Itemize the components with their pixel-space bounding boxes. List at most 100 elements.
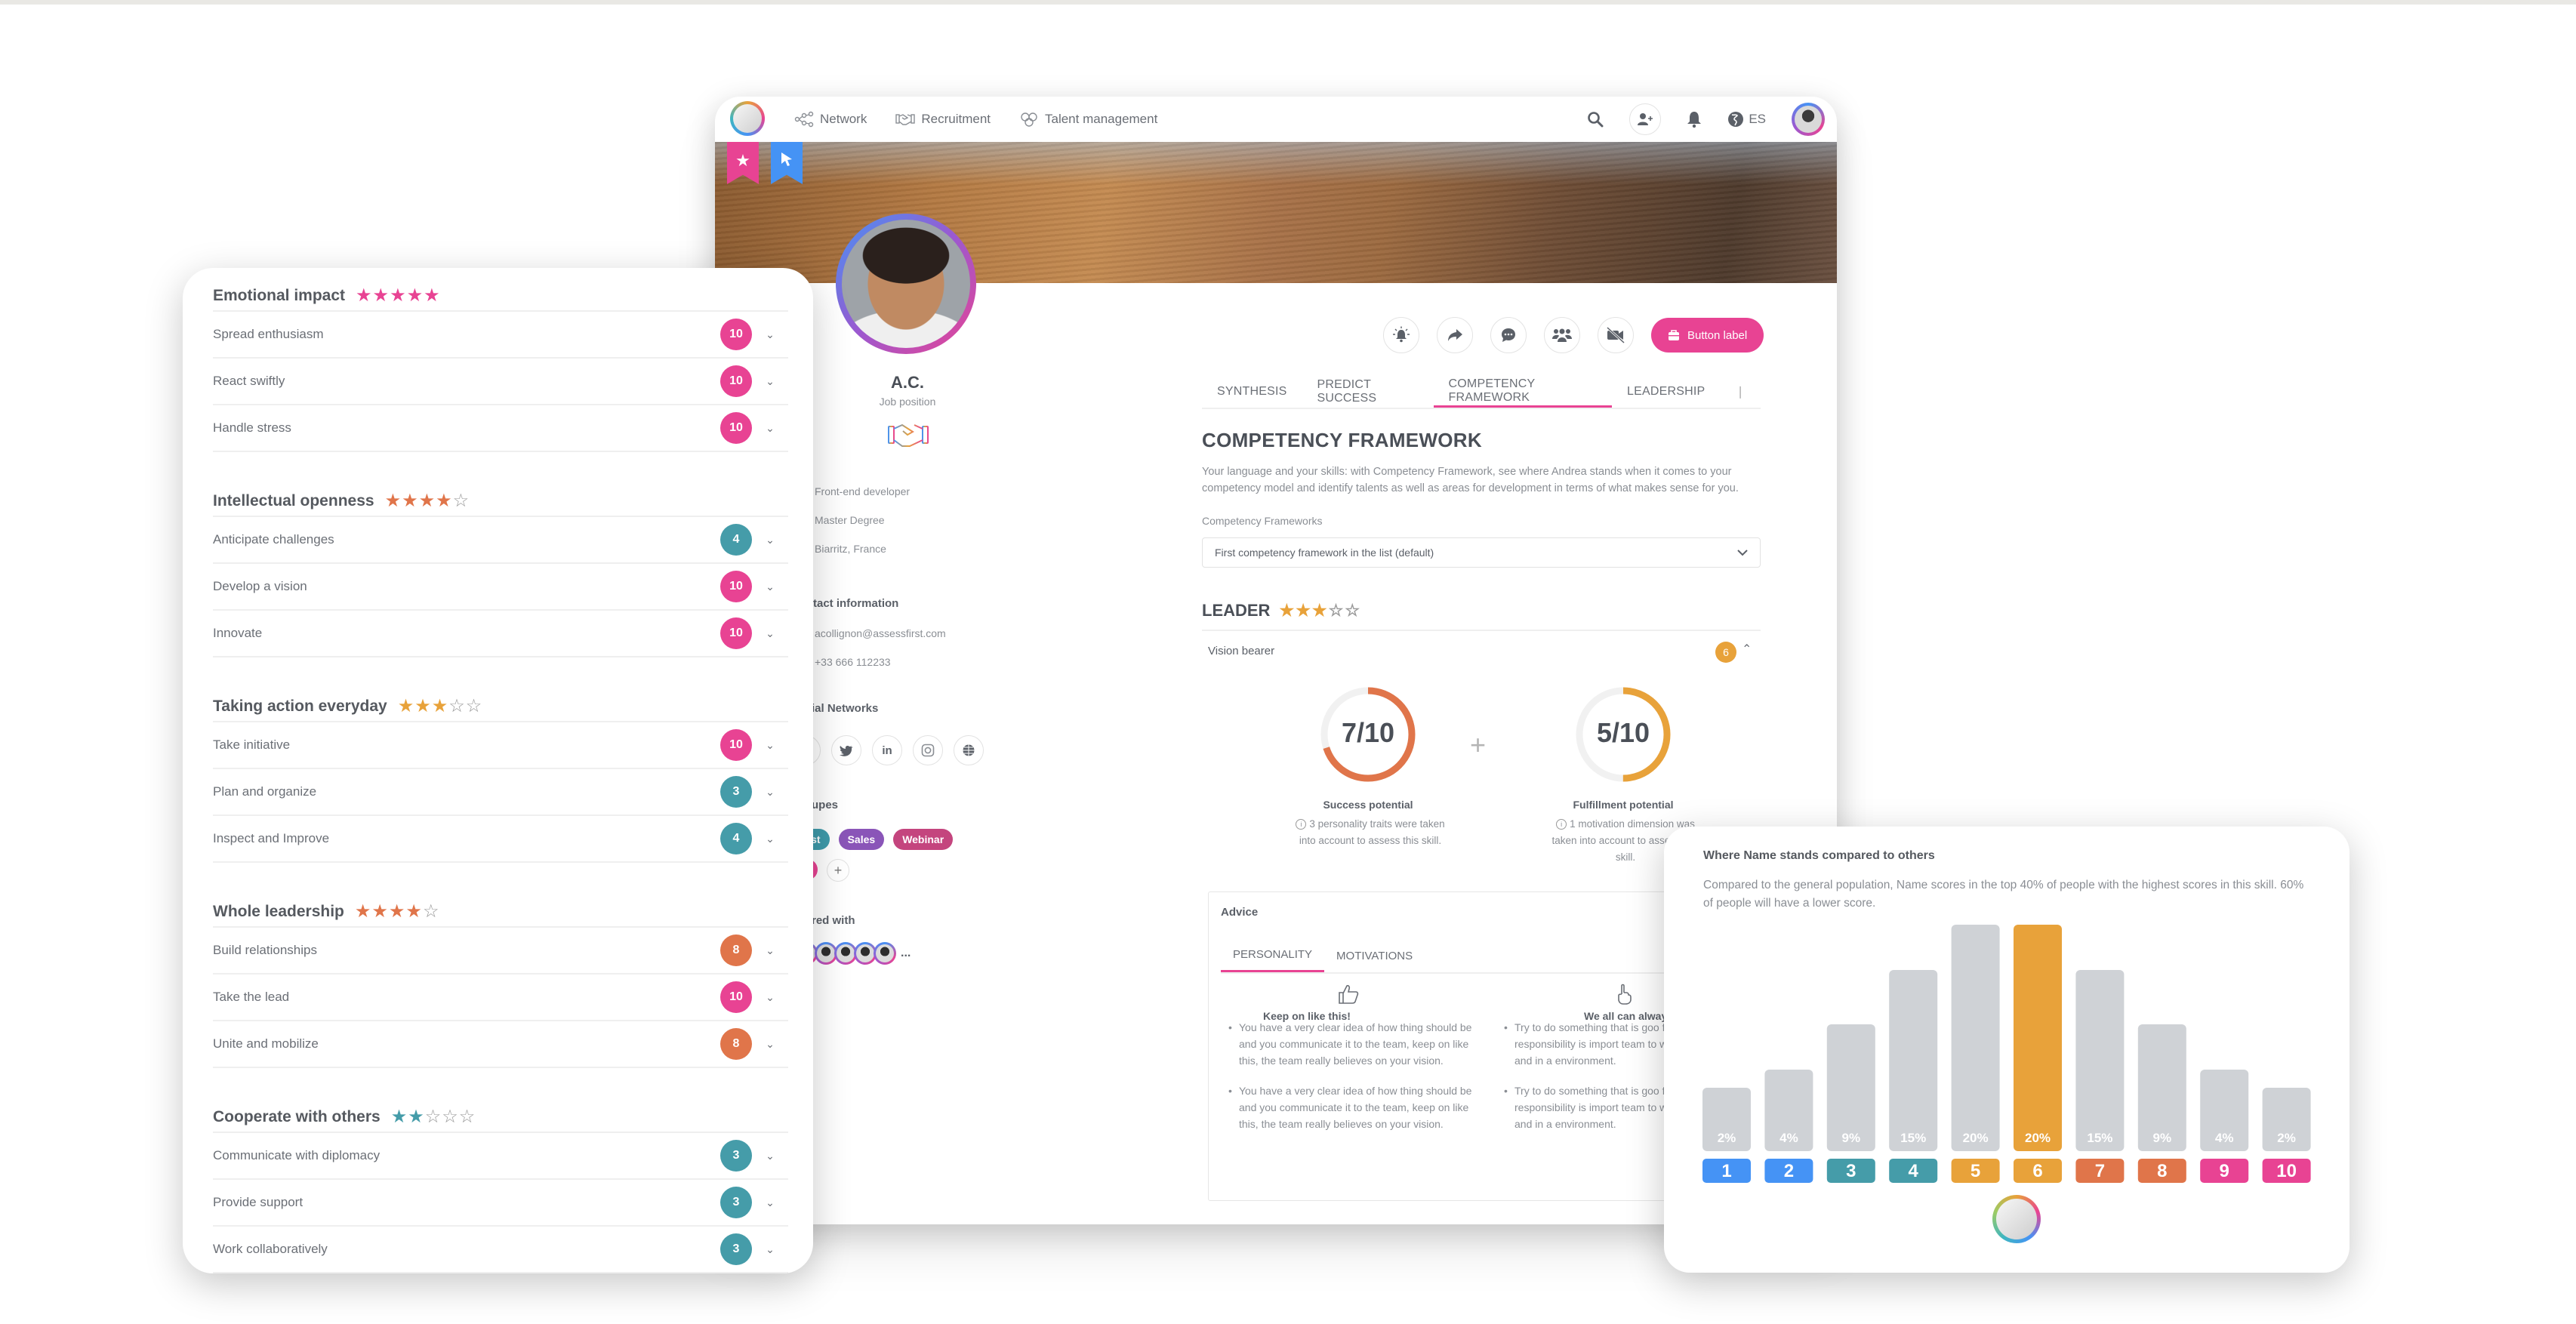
profile-email[interactable]: acollignon@assessfirst.com <box>815 627 946 639</box>
nav-network[interactable]: Network <box>794 111 867 128</box>
team-button[interactable] <box>1544 317 1580 353</box>
competency-label: Provide support <box>213 1195 304 1209</box>
user-avatar[interactable] <box>1792 103 1825 136</box>
competency-row[interactable]: Spread enthusiasm 10 ⌄ <box>213 312 788 359</box>
share-button[interactable] <box>1437 317 1473 353</box>
share-arrow-icon <box>1448 329 1462 341</box>
message-button[interactable] <box>1490 317 1527 353</box>
hide-button[interactable] <box>1598 317 1634 353</box>
chevron-down-icon[interactable]: ⌄ <box>752 422 788 435</box>
score-badge: 8 <box>720 934 752 966</box>
profile-phone[interactable]: +33 666 112233 <box>815 656 891 668</box>
tab-motivations[interactable]: MOTIVATIONS <box>1324 939 1425 972</box>
tab-personality[interactable]: PERSONALITY <box>1221 939 1325 972</box>
star-filled-icon: ★ <box>397 696 414 716</box>
skill-name[interactable]: Vision bearer <box>1208 645 1274 657</box>
tab-competency-framework[interactable]: COMPETENCY FRAMEWORK <box>1433 376 1613 408</box>
info-icon[interactable]: i <box>1296 819 1307 830</box>
tab-more-truncated[interactable]: ❘ <box>1720 376 1761 408</box>
chevron-down-icon[interactable]: ⌄ <box>752 944 788 957</box>
competency-row[interactable]: Unite and mobilize 8 ⌄ <box>213 1021 788 1068</box>
competency-group: Cooperate with others ★ ★ ☆ ☆ ☆ Communicate … <box>213 1103 788 1273</box>
competency-label: Spread enthusiasm <box>213 327 324 341</box>
chevron-up-icon[interactable]: ⌃ <box>1742 642 1752 657</box>
competency-row[interactable]: Build relationships 8 ⌄ <box>213 928 788 975</box>
competency-row[interactable]: Develop a vision 10 ⌄ <box>213 564 788 611</box>
chevron-down-icon[interactable]: ⌄ <box>752 991 788 1004</box>
competency-row[interactable]: Handle stress 10 ⌄ <box>213 405 788 452</box>
star-filled-icon: ★ <box>390 285 406 306</box>
nav-talent-label: Talent management <box>1045 112 1158 126</box>
chevron-down-icon[interactable]: ⌄ <box>752 534 788 547</box>
competency-row[interactable]: Work collaboratively 3 ⌄ <box>213 1227 788 1273</box>
add-tag-button[interactable]: + <box>827 859 850 882</box>
chevron-down-icon[interactable]: ⌄ <box>752 580 788 593</box>
competency-row[interactable]: Anticipate challenges 4 ⌄ <box>213 517 788 564</box>
tag[interactable]: Webinar <box>893 829 954 850</box>
bell-icon[interactable] <box>1687 110 1702 128</box>
add-user-button[interactable] <box>1629 103 1662 135</box>
chevron-down-icon[interactable]: ⌄ <box>752 1243 788 1256</box>
search-icon[interactable] <box>1587 111 1604 128</box>
star-empty-icon: ☆ <box>1345 601 1360 620</box>
website-link[interactable] <box>954 735 984 765</box>
chevron-down-icon[interactable]: ⌄ <box>752 739 788 752</box>
shared-with-heading: red with <box>812 914 855 927</box>
competency-row[interactable]: Inspect and Improve 4 ⌄ <box>213 816 788 863</box>
chevron-down-icon[interactable]: ⌄ <box>752 1150 788 1162</box>
score-badge: 3 <box>720 1140 752 1172</box>
chevron-down-icon[interactable]: ⌄ <box>752 1038 788 1051</box>
star-empty-icon: ☆ <box>424 1107 442 1127</box>
linkedin-link[interactable]: in <box>872 735 902 765</box>
star-empty-icon: ☆ <box>422 901 439 922</box>
more-avatars[interactable]: ... <box>901 947 911 960</box>
success-gauge-value: 7/10 <box>1341 717 1395 748</box>
competency-row[interactable]: Take initiative 10 ⌄ <box>213 722 788 769</box>
bar-value-label: 15% <box>2087 1131 2112 1145</box>
competency-row[interactable]: Provide support 3 ⌄ <box>213 1180 788 1227</box>
group-header: Whole leadership ★ ★ ★ ★ ☆ <box>213 898 788 928</box>
alert-button[interactable] <box>1383 317 1419 353</box>
chevron-down-icon[interactable]: ⌄ <box>752 328 788 341</box>
competency-row[interactable]: Communicate with diplomacy 3 ⌄ <box>213 1133 788 1180</box>
chevron-down-icon[interactable]: ⌄ <box>752 833 788 845</box>
chevron-down-icon[interactable]: ⌄ <box>752 627 788 640</box>
category-label: 2 <box>1784 1161 1794 1181</box>
tag[interactable]: Sales <box>838 829 885 850</box>
score-badge: 10 <box>720 412 752 444</box>
competency-row[interactable]: React swiftly 10 ⌄ <box>213 359 788 405</box>
competency-row[interactable]: Take the lead 10 ⌄ <box>213 975 788 1021</box>
app-logo[interactable] <box>730 101 765 136</box>
bar-value-label: 4% <box>1779 1131 1798 1145</box>
tab-synthesis[interactable]: SYNTHESIS <box>1202 376 1302 408</box>
chevron-down-icon[interactable]: ⌄ <box>752 375 788 388</box>
competency-row[interactable]: Plan and organize 3 ⌄ <box>213 769 788 816</box>
tab-leadership[interactable]: LEADERSHIP <box>1612 376 1720 408</box>
competency-label: Communicate with diplomacy <box>213 1148 381 1162</box>
profile-job-position: Job position <box>879 396 936 408</box>
chevron-down-icon[interactable]: ⌄ <box>752 1196 788 1209</box>
language-selector[interactable]: ES <box>1727 111 1766 128</box>
instagram-link[interactable] <box>913 735 943 765</box>
competency-row[interactable]: Innovate 10 ⌄ <box>213 611 788 657</box>
competency-label: Take initiative <box>213 737 291 752</box>
star-filled-icon: ★ <box>1311 601 1327 620</box>
profile-photo[interactable] <box>836 214 976 354</box>
twitter-link[interactable] <box>831 735 861 765</box>
competency-label: Work collaboratively <box>213 1242 328 1256</box>
briefcase-icon <box>1669 330 1679 340</box>
group-header: Taking action everyday ★ ★ ★ ☆ ☆ <box>213 692 788 722</box>
star-filled-icon: ★ <box>354 901 371 922</box>
bar-value-label: 2% <box>2277 1131 2296 1145</box>
avatar[interactable] <box>874 942 896 965</box>
chevron-down-icon[interactable]: ⌄ <box>752 786 788 799</box>
nav-recruitment[interactable]: Recruitment <box>895 111 991 128</box>
tab-predict-success[interactable]: PREDICT SUCCESS <box>1302 376 1434 408</box>
nav-talent-management[interactable]: Talent management <box>1019 111 1157 128</box>
social-links: f in <box>790 735 984 765</box>
competency-label: Unite and mobilize <box>213 1036 319 1051</box>
framework-select[interactable]: First competency framework in the list (… <box>1202 537 1761 568</box>
info-icon[interactable]: i <box>1556 819 1567 830</box>
app-logo <box>1992 1195 2041 1243</box>
primary-action-button[interactable]: Button label <box>1651 318 1764 353</box>
